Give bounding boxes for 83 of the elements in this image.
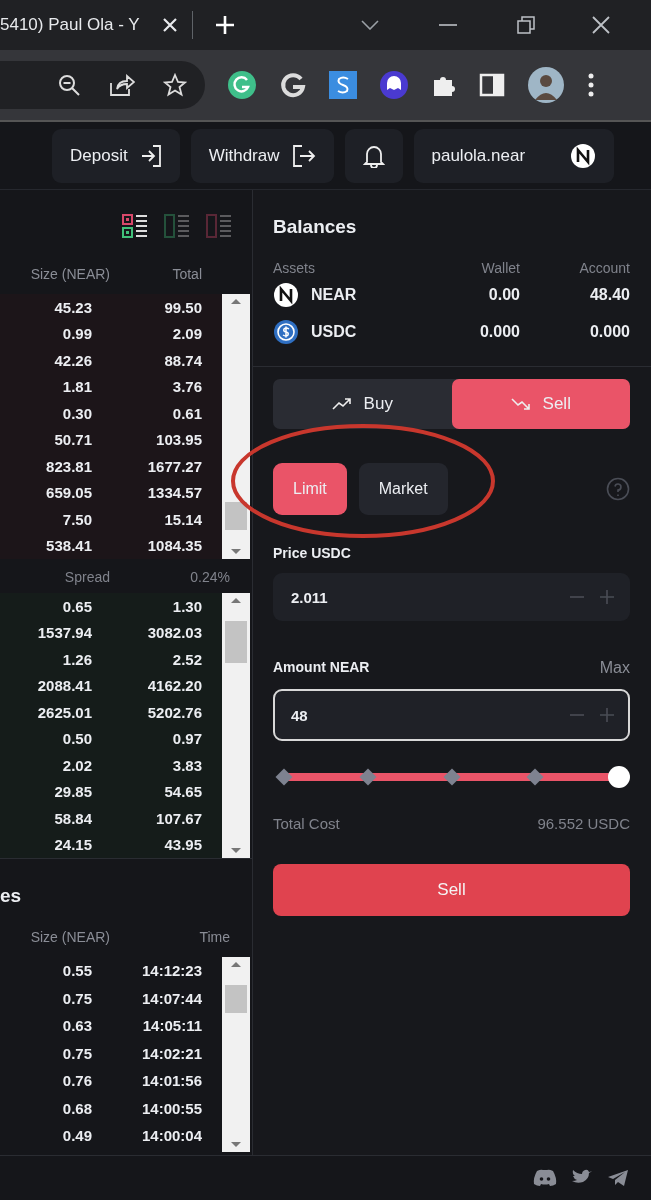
- account-balance: 0.000: [588, 322, 630, 341]
- size-cell-text: 0.68: [61, 1099, 92, 1117]
- total-cell-text: 1677.27: [146, 457, 202, 475]
- field-label: Amount NEAR: [273, 659, 370, 677]
- size-cell-text: 659.05: [45, 484, 92, 502]
- wallet-balance: 0.00: [487, 285, 520, 304]
- sell-button[interactable]: Sell: [273, 864, 630, 916]
- column-header: Account: [578, 260, 630, 276]
- size-cell-text: 42.26: [53, 351, 92, 369]
- size-cell-text: 0.75: [61, 1044, 92, 1062]
- wallet-balance: 0.000: [478, 322, 520, 341]
- max-link[interactable]: Max: [599, 659, 630, 677]
- total-cell-text: 3.83: [171, 756, 202, 774]
- total-cell-text: 0.61: [171, 404, 202, 422]
- column-header: Wallet: [480, 260, 520, 276]
- size-cell-text: 823.81: [45, 457, 92, 475]
- total-cell-text: 2.52: [171, 650, 202, 668]
- size-cell-text: 0.76: [61, 1072, 92, 1090]
- side-tab[interactable]: Buy: [273, 379, 452, 429]
- spread-value: 0.24%: [189, 569, 230, 585]
- total-label: Total Cost: [273, 815, 340, 832]
- total-cell-text: 3082.03: [146, 624, 202, 642]
- time-cell-text: 14:00:04: [140, 1127, 202, 1145]
- total-cell-text: 99.50: [163, 298, 202, 316]
- column-header: Time: [198, 929, 230, 947]
- column-header: Assets: [273, 260, 316, 276]
- size-cell-text: 0.55: [61, 962, 92, 980]
- section-title: es: [0, 885, 22, 906]
- size-cell-text: 29.85: [53, 783, 92, 801]
- withdraw-button[interactable]: Withdraw: [190, 128, 334, 183]
- size-cell-text: 0.99: [61, 325, 92, 343]
- tab-title[interactable]: 5410) Paul Ola - Y: [0, 15, 162, 35]
- total-cell-text: 3.76: [171, 378, 202, 396]
- size-cell-text: 0.49: [61, 1127, 92, 1145]
- balances-title: Balances: [273, 216, 357, 237]
- total-cell-text: 15.14: [163, 510, 202, 528]
- total-cell-text: 0.97: [171, 730, 202, 748]
- order-type-tab[interactable]: Market: [358, 463, 448, 515]
- time-cell-text: 14:00:55: [140, 1099, 202, 1117]
- total-cell-text: 103.95: [155, 431, 202, 449]
- asset-name: NEAR: [311, 285, 357, 304]
- total-value: 96.552 USDC: [537, 815, 630, 832]
- total-cell-text: 5202.76: [146, 703, 202, 721]
- field-label: Price USDC: [273, 545, 351, 561]
- size-cell-text: 0.30: [61, 404, 92, 422]
- size-cell-text: 0.65: [61, 597, 92, 615]
- account-button[interactable]: paulola.near: [413, 128, 614, 183]
- size-cell-text: 2625.01: [36, 703, 92, 721]
- time-cell-text: 14:02:21: [140, 1044, 202, 1062]
- spread-label: Spread: [63, 569, 110, 585]
- total-cell-text: 107.67: [155, 809, 202, 827]
- time-cell-text: 14:07:44: [140, 989, 202, 1007]
- deposit-button[interactable]: Deposit: [52, 128, 180, 183]
- size-cell-text: 7.50: [61, 510, 92, 528]
- size-cell-text: 538.41: [45, 537, 92, 555]
- asset-name: USDC: [311, 322, 357, 341]
- size-cell-text: 0.50: [61, 730, 92, 748]
- size-cell-text: 2088.41: [36, 677, 92, 695]
- size-cell-text: 0.75: [61, 989, 92, 1007]
- account-balance: 48.40: [588, 285, 630, 304]
- column-header: Size (NEAR): [29, 266, 110, 284]
- size-cell-text: 1.26: [61, 650, 92, 668]
- size-cell-text: 24.15: [53, 836, 92, 854]
- time-cell-text: 14:01:56: [140, 1072, 202, 1090]
- total-cell-text: 54.65: [163, 783, 202, 801]
- size-cell-text: 1537.94: [36, 624, 92, 642]
- time-cell-text: 14:05:11: [141, 1017, 202, 1035]
- column-header: Total: [171, 266, 202, 284]
- column-header: Size (NEAR): [29, 929, 110, 947]
- total-cell-text: 88.74: [163, 351, 202, 369]
- time-cell-text: 14:12:23: [140, 962, 202, 980]
- size-cell-text: 45.23: [53, 298, 92, 316]
- total-cell-text: 4162.20: [146, 677, 202, 695]
- total-cell-text: 2.09: [171, 325, 202, 343]
- size-cell-text: 50.71: [53, 431, 92, 449]
- total-cell-text: 1.30: [171, 597, 202, 615]
- total-cell-text: 1084.35: [146, 537, 202, 555]
- size-cell-text: 1.81: [61, 378, 92, 396]
- total-cell-text: 43.95: [163, 836, 202, 854]
- size-cell-text: 2.02: [61, 756, 92, 774]
- total-cell-text: 1334.57: [146, 484, 202, 502]
- size-cell-text: 58.84: [53, 809, 92, 827]
- size-cell-text: 0.63: [61, 1017, 92, 1035]
